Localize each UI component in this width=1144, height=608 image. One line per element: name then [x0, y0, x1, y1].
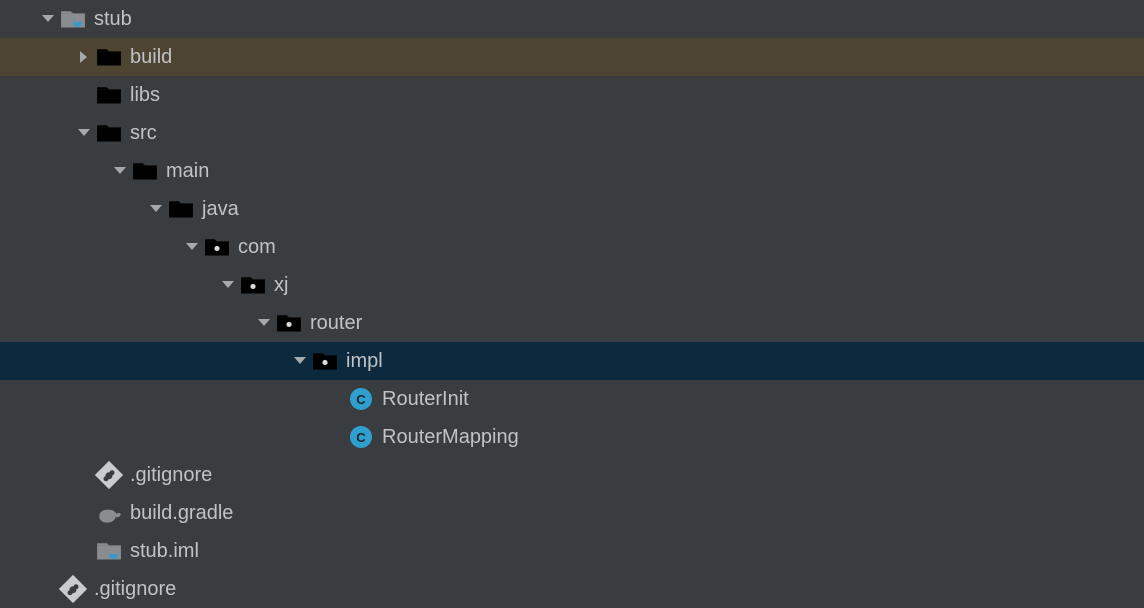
chevron-down-icon[interactable]: [288, 349, 312, 373]
tree-item-stub[interactable]: stub: [0, 0, 1144, 38]
chevron-down-icon[interactable]: [180, 235, 204, 259]
tree-item-com[interactable]: com: [0, 228, 1144, 266]
module-folder-icon: [60, 8, 86, 30]
chevron-down-icon[interactable]: [108, 159, 132, 183]
tree-item-label: RouterMapping: [382, 426, 519, 449]
tree-item-label: router: [310, 312, 362, 335]
tree-item-main[interactable]: main: [0, 152, 1144, 190]
tree-item-label: build: [130, 46, 172, 69]
tree-item-xj[interactable]: xj: [0, 266, 1144, 304]
tree-item-label: main: [166, 160, 209, 183]
chevron-down-icon[interactable]: [216, 273, 240, 297]
module-file-icon: [96, 540, 122, 562]
git-icon: [60, 578, 86, 600]
tree-item-label: src: [130, 122, 157, 145]
package-folder-icon: [276, 312, 302, 334]
tree-item-build-gradle[interactable]: build.gradle: [0, 494, 1144, 532]
tree-item-src[interactable]: src: [0, 114, 1144, 152]
tree-item-label: build.gradle: [130, 502, 233, 525]
tree-item-build[interactable]: build: [0, 38, 1144, 76]
build-folder-icon: [96, 46, 122, 68]
folder-icon: [96, 122, 122, 144]
chevron-down-icon[interactable]: [72, 121, 96, 145]
chevron-down-icon[interactable]: [36, 7, 60, 31]
tree-item-label: impl: [346, 350, 383, 373]
folder-icon: [96, 84, 122, 106]
folder-icon: [132, 160, 158, 182]
tree-item-router[interactable]: router: [0, 304, 1144, 342]
tree-item-label: stub: [94, 8, 132, 31]
tree-item-stub-iml[interactable]: stub.iml: [0, 532, 1144, 570]
tree-item-label: com: [238, 236, 276, 259]
chevron-right-icon[interactable]: [72, 45, 96, 69]
git-icon: [96, 464, 122, 486]
tree-item-java[interactable]: java: [0, 190, 1144, 228]
tree-item-label: RouterInit: [382, 388, 469, 411]
chevron-down-icon[interactable]: [144, 197, 168, 221]
tree-item-gitignore[interactable]: .gitignore: [0, 456, 1144, 494]
tree-item-label: stub.iml: [130, 540, 199, 563]
tree-item-router-init[interactable]: C RouterInit: [0, 380, 1144, 418]
package-folder-icon: [312, 350, 338, 372]
class-icon: C: [348, 388, 374, 410]
tree-item-label: .gitignore: [94, 578, 176, 601]
tree-item-root-gitignore[interactable]: .gitignore: [0, 570, 1144, 608]
tree-item-label: xj: [274, 274, 288, 297]
class-icon: C: [348, 426, 374, 448]
source-folder-icon: [168, 198, 194, 220]
package-folder-icon: [240, 274, 266, 296]
tree-item-label: .gitignore: [130, 464, 212, 487]
tree-item-router-mapping[interactable]: C RouterMapping: [0, 418, 1144, 456]
tree-item-label: libs: [130, 84, 160, 107]
tree-item-label: java: [202, 198, 239, 221]
chevron-down-icon[interactable]: [252, 311, 276, 335]
tree-item-impl[interactable]: impl: [0, 342, 1144, 380]
package-folder-icon: [204, 236, 230, 258]
project-tree[interactable]: stub build libs src main java: [0, 0, 1144, 608]
tree-item-libs[interactable]: libs: [0, 76, 1144, 114]
gradle-icon: [96, 502, 122, 524]
